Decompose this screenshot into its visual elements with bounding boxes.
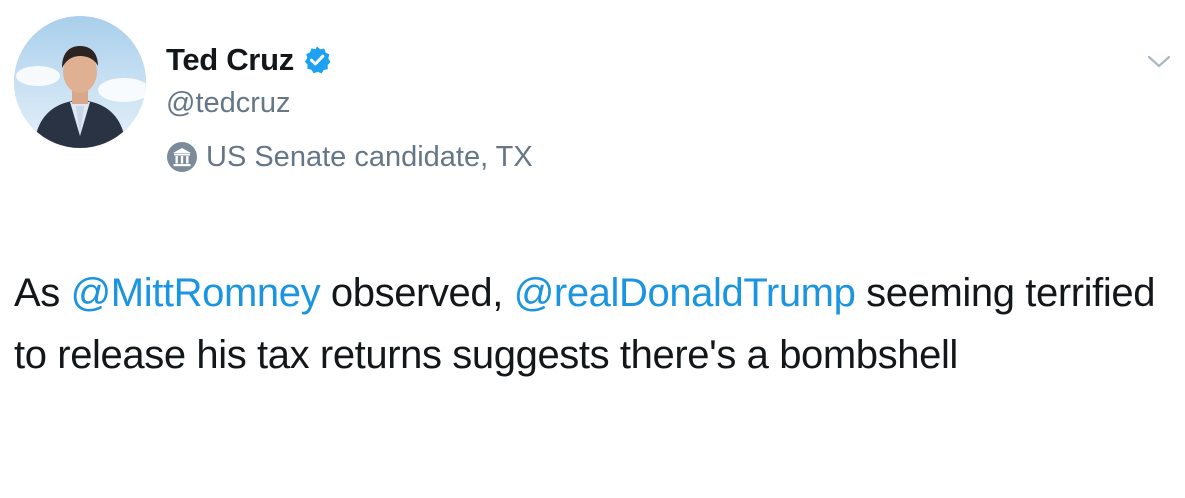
verified-badge-icon bbox=[302, 45, 332, 75]
avatar[interactable] bbox=[14, 16, 146, 148]
tweet-text-segment: As bbox=[14, 271, 71, 315]
tweet-card: Ted Cruz @tedcruz US Senate candidate, T… bbox=[0, 0, 1185, 498]
tweet-text-segment: observed, bbox=[320, 271, 514, 315]
avatar-photo bbox=[14, 16, 146, 148]
name-row: Ted Cruz bbox=[166, 40, 533, 80]
account-label-text: US Senate candidate, TX bbox=[206, 140, 533, 173]
government-building-icon bbox=[166, 141, 198, 173]
tweet-header: Ted Cruz @tedcruz US Senate candidate, T… bbox=[166, 40, 533, 177]
author-handle[interactable]: @tedcruz bbox=[166, 83, 533, 123]
chevron-down-icon bbox=[1147, 55, 1171, 68]
account-label: US Senate candidate, TX bbox=[166, 137, 533, 177]
mention-link-realdonaldtrump[interactable]: @realDonaldTrump bbox=[514, 271, 856, 315]
tweet-text: As @MittRomney observed, @realDonaldTrum… bbox=[14, 262, 1174, 386]
mention-link-mittromney[interactable]: @MittRomney bbox=[71, 271, 321, 315]
author-name[interactable]: Ted Cruz bbox=[166, 42, 294, 78]
tweet-menu-button[interactable] bbox=[1146, 52, 1172, 72]
